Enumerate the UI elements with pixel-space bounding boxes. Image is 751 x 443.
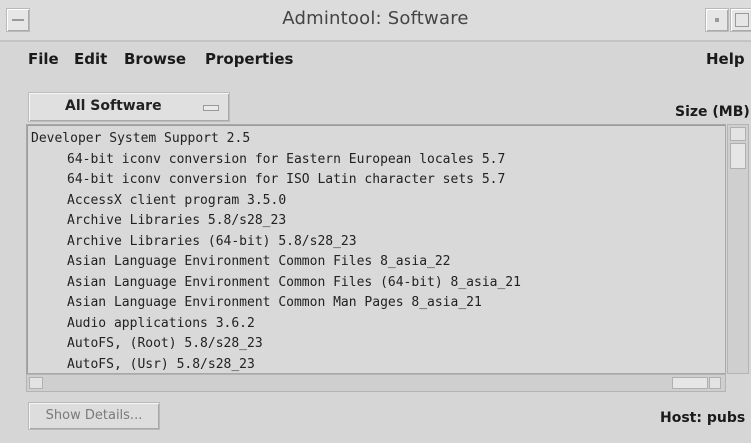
scroll-right-arrow-icon[interactable] xyxy=(709,377,721,389)
admintool-window: Admintool: Software File Edit Browse Pro… xyxy=(0,0,751,443)
horizontal-scrollbar[interactable] xyxy=(26,374,726,392)
list-item[interactable]: 64-bit iconv conversion for Eastern Euro… xyxy=(31,150,725,171)
software-filter-value: All Software xyxy=(65,98,162,114)
menu-browse-label: Browse xyxy=(124,50,187,68)
list-item[interactable]: AutoFS, (Usr) 5.8/s28_23 xyxy=(31,355,725,376)
menu-properties-label: Properties xyxy=(205,50,294,68)
maximize-icon[interactable] xyxy=(730,8,751,32)
title-bar[interactable]: Admintool: Software xyxy=(0,0,751,42)
dropdown-arrow-icon xyxy=(203,105,219,111)
vertical-scroll-thumb[interactable] xyxy=(730,143,746,169)
scroll-up-arrow-icon[interactable] xyxy=(730,127,746,141)
software-filter-dropdown[interactable]: All Software xyxy=(28,92,230,122)
list-item[interactable]: Audio applications 3.6.2 xyxy=(31,314,725,335)
software-list-content: Developer System Support 2.5 64-bit iconv… xyxy=(31,129,725,373)
list-item[interactable]: Archive Libraries (64-bit) 5.8/s28_23 xyxy=(31,232,725,253)
menu-browse[interactable]: Browse xyxy=(124,50,186,68)
size-column-header: Size (MB) xyxy=(675,104,750,120)
list-item[interactable]: AutoFS, (Root) 5.8/s28_23 xyxy=(31,334,725,355)
host-label: Host: pubs xyxy=(660,410,746,426)
window-title: Admintool: Software xyxy=(282,8,469,29)
list-item[interactable]: AccessX client program 3.5.0 xyxy=(31,191,725,212)
menu-bar: File Edit Browse Properties Help xyxy=(0,42,751,78)
list-item[interactable]: Asian Language Environment Common Files … xyxy=(31,252,725,273)
list-item[interactable]: Archive Libraries 5.8/s28_23 xyxy=(31,211,725,232)
menu-edit[interactable]: Edit xyxy=(74,50,107,68)
scroll-left-arrow-icon[interactable] xyxy=(29,377,43,389)
menu-file-label: File xyxy=(28,50,59,68)
horizontal-scroll-thumb[interactable] xyxy=(672,377,708,389)
list-item[interactable]: 64-bit iconv conversion for ISO Latin ch… xyxy=(31,170,725,191)
software-list[interactable]: Developer System Support 2.5 64-bit iconv… xyxy=(26,124,726,374)
show-details-button[interactable]: Show Details... xyxy=(28,402,160,430)
list-group-header[interactable]: Developer System Support 2.5 xyxy=(31,129,725,150)
menu-properties[interactable]: Properties xyxy=(205,50,293,68)
menu-file[interactable]: File xyxy=(28,50,59,68)
menu-help-label: Help xyxy=(706,50,745,68)
list-item[interactable]: Asian Language Environment Common Files … xyxy=(31,273,725,294)
menu-help[interactable]: Help xyxy=(706,50,745,68)
list-item[interactable]: Asian Language Environment Common Man Pa… xyxy=(31,293,725,314)
vertical-scrollbar[interactable] xyxy=(727,124,749,374)
minimize-icon[interactable] xyxy=(705,8,729,32)
menu-edit-label: Edit xyxy=(74,50,108,68)
